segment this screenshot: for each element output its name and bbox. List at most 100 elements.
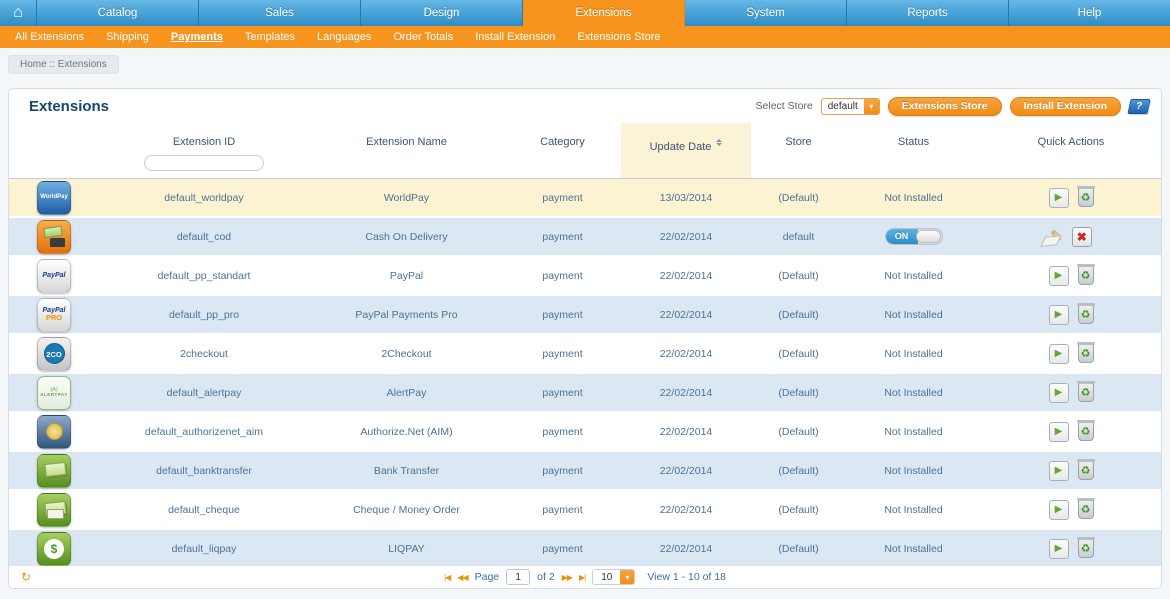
subnav-item-install-extension[interactable]: Install Extension	[464, 31, 566, 43]
uninstall-icon[interactable]: ♻	[1078, 266, 1094, 285]
install-icon[interactable]: ▶	[1049, 461, 1069, 481]
install-icon[interactable]: ▶	[1049, 500, 1069, 520]
category-cell: payment	[504, 426, 621, 438]
help-icon[interactable]: ?	[1127, 99, 1150, 114]
quick-actions-cell: ▶♻	[981, 344, 1161, 364]
uninstall-icon[interactable]: ♻	[1078, 305, 1094, 324]
uninstall-icon[interactable]: ♻	[1078, 383, 1094, 402]
quick-actions-cell: ▶♻	[981, 266, 1161, 286]
install-icon[interactable]: ▶	[1049, 344, 1069, 364]
col-quick-actions: Quick Actions	[981, 123, 1161, 178]
store-cell: (Default)	[751, 387, 846, 399]
category-cell: payment	[504, 309, 621, 321]
extension-name-cell: PayPal Payments Pro	[309, 309, 504, 321]
home-button[interactable]: ⌂	[0, 0, 37, 26]
col-update-date[interactable]: Update Date	[621, 123, 751, 178]
col-extension-name[interactable]: Extension Name	[309, 123, 504, 178]
subnav-item-all-extensions[interactable]: All Extensions	[4, 31, 95, 43]
alertpay-icon: (A) ALERTPAY	[37, 376, 71, 410]
install-extension-button[interactable]: Install Extension	[1010, 97, 1121, 116]
per-page-select[interactable]: 10 ▾	[592, 569, 635, 585]
status-cell: Not Installed	[846, 309, 981, 321]
top-nav: ⌂ CatalogSalesDesignExtensionsSystemRepo…	[0, 0, 1170, 26]
quick-actions-cell: ▶♻	[981, 188, 1161, 208]
edit-icon[interactable]: ✎	[1050, 227, 1063, 247]
status-toggle[interactable]: ON	[885, 228, 943, 245]
page-input[interactable]	[506, 569, 530, 585]
category-cell: payment	[504, 231, 621, 243]
subnav-item-shipping[interactable]: Shipping	[95, 31, 160, 43]
col-store[interactable]: Store	[751, 123, 846, 178]
store-select-caret-icon: ▾	[864, 98, 879, 115]
extension-id-cell: default_worldpay	[99, 192, 309, 204]
install-icon[interactable]: ▶	[1049, 266, 1069, 286]
col-category[interactable]: Category	[504, 123, 621, 178]
delete-icon[interactable]: ✖	[1072, 227, 1092, 247]
col-update-date-label: Update Date	[650, 141, 712, 153]
tab-system[interactable]: System	[685, 0, 847, 26]
category-cell: payment	[504, 348, 621, 360]
update-date-cell: 22/02/2014	[621, 387, 751, 399]
subnav-item-payments[interactable]: Payments	[160, 31, 234, 43]
uninstall-icon[interactable]: ♻	[1078, 461, 1094, 480]
store-select[interactable]: default ▾	[821, 98, 880, 115]
breadcrumb[interactable]: Home :: Extensions	[8, 55, 119, 74]
pagination-bar: ↻ |◀ ◀◀ Page of 2 ▶▶ ▶| 10 ▾ View 1 - 10…	[9, 566, 1161, 588]
toggle-knob[interactable]	[916, 230, 941, 243]
tab-help[interactable]: Help	[1009, 0, 1170, 26]
table-row: $ default_liqpay LIQPAY payment 22/02/20…	[9, 530, 1161, 569]
extension-name-cell: Bank Transfer	[309, 465, 504, 477]
next-page-icon[interactable]: ▶▶	[562, 573, 572, 582]
store-cell: default	[751, 231, 846, 243]
extension-id-cell: default_pp_pro	[99, 309, 309, 321]
col-status[interactable]: Status	[846, 123, 981, 178]
install-icon[interactable]: ▶	[1049, 539, 1069, 559]
store-cell: (Default)	[751, 543, 846, 555]
col-quick-actions-label: Quick Actions	[1038, 136, 1105, 148]
extension-id-cell: default_banktransfer	[99, 465, 309, 477]
uninstall-icon[interactable]: ♻	[1078, 539, 1094, 558]
install-icon[interactable]: ▶	[1049, 305, 1069, 325]
subnav-item-extensions-store[interactable]: Extensions Store	[566, 31, 671, 43]
table-row: default_cod Cash On Delivery payment 22/…	[9, 218, 1161, 257]
prev-page-icon[interactable]: ◀◀	[457, 573, 467, 582]
install-icon[interactable]: ▶	[1049, 383, 1069, 403]
refresh-icon[interactable]: ↻	[21, 570, 31, 584]
category-cell: payment	[504, 270, 621, 282]
category-cell: payment	[504, 465, 621, 477]
install-icon[interactable]: ▶	[1049, 422, 1069, 442]
home-icon: ⌂	[13, 4, 23, 22]
tab-extensions[interactable]: Extensions	[523, 0, 685, 26]
extensions-panel: Extensions Select Store default ▾ Extens…	[8, 88, 1162, 589]
subnav-item-order-totals[interactable]: Order Totals	[383, 31, 465, 43]
uninstall-icon[interactable]: ♻	[1078, 344, 1094, 363]
tab-catalog[interactable]: Catalog	[37, 0, 199, 26]
panel-tools: Select Store default ▾ Extensions Store …	[756, 97, 1149, 116]
uninstall-icon[interactable]: ♻	[1078, 422, 1094, 441]
extension-id-filter-input[interactable]	[144, 155, 264, 171]
last-page-icon[interactable]: ▶|	[579, 573, 585, 582]
status-cell: ON	[846, 228, 981, 245]
subnav-item-languages[interactable]: Languages	[306, 31, 382, 43]
extension-id-cell: default_cod	[99, 231, 309, 243]
tab-sales[interactable]: Sales	[199, 0, 361, 26]
tab-design[interactable]: Design	[361, 0, 523, 26]
category-cell: payment	[504, 504, 621, 516]
uninstall-icon[interactable]: ♻	[1078, 500, 1094, 519]
table-row: 2CO 2checkout 2Checkout payment 22/02/20…	[9, 335, 1161, 374]
first-page-icon[interactable]: |◀	[444, 573, 450, 582]
col-status-label: Status	[898, 136, 929, 148]
extension-name-cell: WorldPay	[309, 192, 504, 204]
table-row: PayPal PRO default_pp_pro PayPal Payment…	[9, 296, 1161, 335]
col-icon	[9, 123, 99, 178]
subnav-item-templates[interactable]: Templates	[234, 31, 306, 43]
update-date-cell: 22/02/2014	[621, 270, 751, 282]
col-extension-id[interactable]: Extension ID	[99, 123, 309, 178]
uninstall-icon[interactable]: ♻	[1078, 188, 1094, 207]
status-text: Not Installed	[884, 270, 942, 282]
install-icon[interactable]: ▶	[1049, 188, 1069, 208]
page-title: Extensions	[29, 98, 109, 115]
status-cell: Not Installed	[846, 387, 981, 399]
tab-reports[interactable]: Reports	[847, 0, 1009, 26]
extensions-store-button[interactable]: Extensions Store	[888, 97, 1002, 116]
